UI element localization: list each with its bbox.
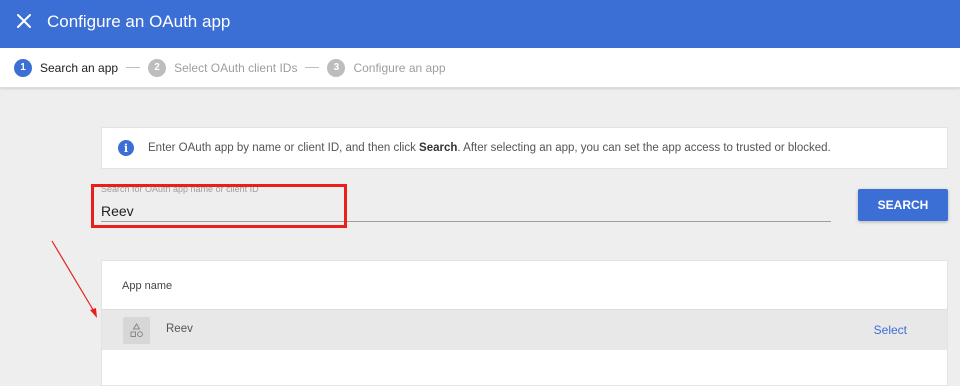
step-label: Configure an app <box>353 60 446 75</box>
step-number: 1 <box>14 58 32 77</box>
step-divider <box>305 67 320 68</box>
search-button[interactable]: SEARCH <box>858 189 948 221</box>
info-banner: i Enter OAuth app by name or client ID, … <box>101 127 948 169</box>
step-search-an-app[interactable]: 1 Search an app <box>14 58 119 77</box>
info-text: Enter OAuth app by name or client ID, an… <box>148 142 831 154</box>
step-number: 2 <box>148 58 167 77</box>
stepper: 1 Search an app 2 Select OAuth client ID… <box>0 48 960 88</box>
step-divider <box>126 67 141 68</box>
column-header-app-name[interactable]: App name <box>122 280 172 292</box>
step-label: Search an app <box>40 60 119 75</box>
top-app-bar: Configure an OAuth app <box>0 0 960 48</box>
app-name: Reev <box>166 323 193 335</box>
close-icon[interactable] <box>12 9 36 33</box>
app-shapes-icon <box>123 317 150 344</box>
step-select-oauth-client-ids[interactable]: 2 Select OAuth client IDs <box>148 58 298 77</box>
select-link[interactable]: Select <box>874 323 907 337</box>
step-label: Select OAuth client IDs <box>174 60 298 75</box>
annotation-highlight-box <box>91 184 347 228</box>
results-table: App name Reev Select <box>101 260 948 386</box>
info-icon: i <box>118 140 134 156</box>
page-title: Configure an OAuth app <box>47 12 231 31</box>
table-row[interactable]: Reev Select <box>102 309 947 350</box>
step-number: 3 <box>327 58 346 77</box>
step-configure-an-app[interactable]: 3 Configure an app <box>327 58 446 77</box>
